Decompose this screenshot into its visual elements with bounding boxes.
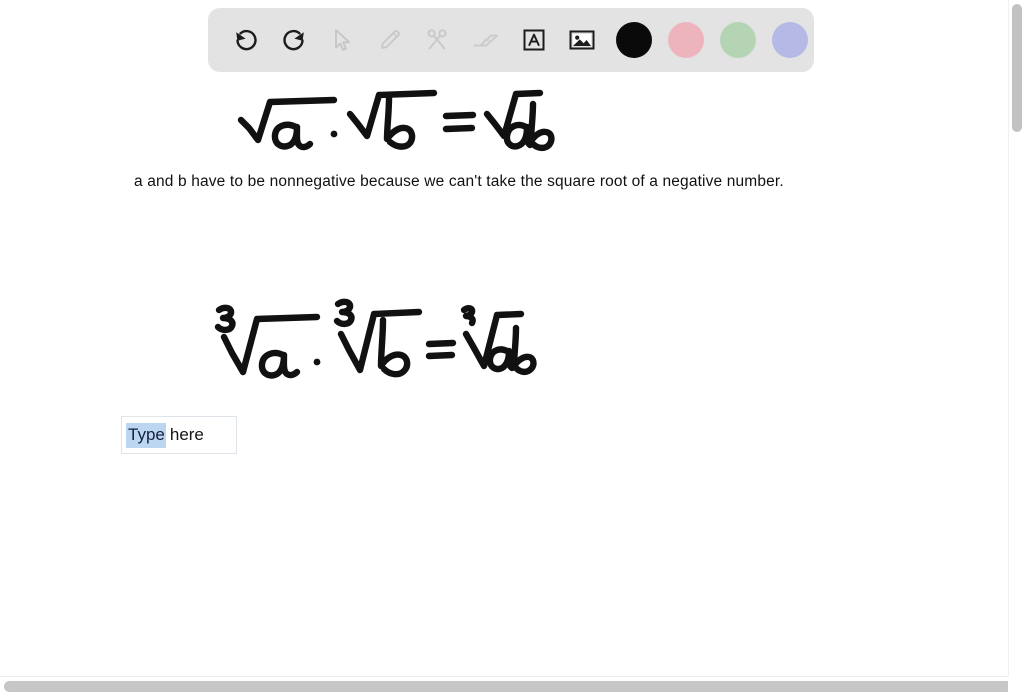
handwritten-square-root-equation — [222, 86, 555, 168]
pencil-icon — [375, 25, 405, 55]
trailing-text[interactable]: here — [166, 423, 206, 448]
scissors-icon — [423, 25, 453, 55]
cut-tool-button[interactable] — [414, 16, 462, 64]
color-dot — [772, 22, 808, 58]
color-swatch-black[interactable] — [612, 18, 656, 62]
handwritten-cube-root-equation — [205, 298, 537, 394]
text-tool-button[interactable] — [510, 16, 558, 64]
select-tool-button[interactable] — [318, 16, 366, 64]
drawing-toolbar — [208, 8, 814, 72]
scrollbar-corner — [1008, 676, 1024, 694]
whiteboard-app: a and b have to be nonnegative because w… — [0, 0, 1024, 694]
horizontal-scrollbar[interactable] — [0, 676, 1024, 694]
color-dot — [720, 22, 756, 58]
insert-image-button[interactable] — [558, 16, 606, 64]
undo-icon — [231, 25, 261, 55]
eraser-icon — [470, 25, 502, 55]
color-swatch-green[interactable] — [716, 18, 760, 62]
undo-button[interactable] — [222, 16, 270, 64]
drawing-canvas[interactable]: a and b have to be nonnegative because w… — [0, 0, 1008, 676]
color-dot — [616, 22, 652, 58]
text-box-icon — [519, 25, 549, 55]
color-swatch-pink[interactable] — [664, 18, 708, 62]
pencil-tool-button[interactable] — [366, 16, 414, 64]
text-input-box[interactable]: Type here — [121, 416, 237, 454]
explanatory-note: a and b have to be nonnegative because w… — [134, 173, 784, 190]
vertical-scrollbar-thumb[interactable] — [1012, 4, 1022, 132]
image-icon — [566, 25, 598, 55]
vertical-scrollbar[interactable] — [1008, 0, 1024, 676]
horizontal-scrollbar-thumb[interactable] — [4, 681, 1012, 692]
redo-button[interactable] — [270, 16, 318, 64]
eraser-tool-button[interactable] — [462, 16, 510, 64]
color-swatch-purple[interactable] — [768, 18, 812, 62]
redo-icon — [279, 25, 309, 55]
cursor-icon — [328, 26, 356, 54]
selected-text[interactable]: Type — [126, 422, 166, 448]
color-dot — [668, 22, 704, 58]
